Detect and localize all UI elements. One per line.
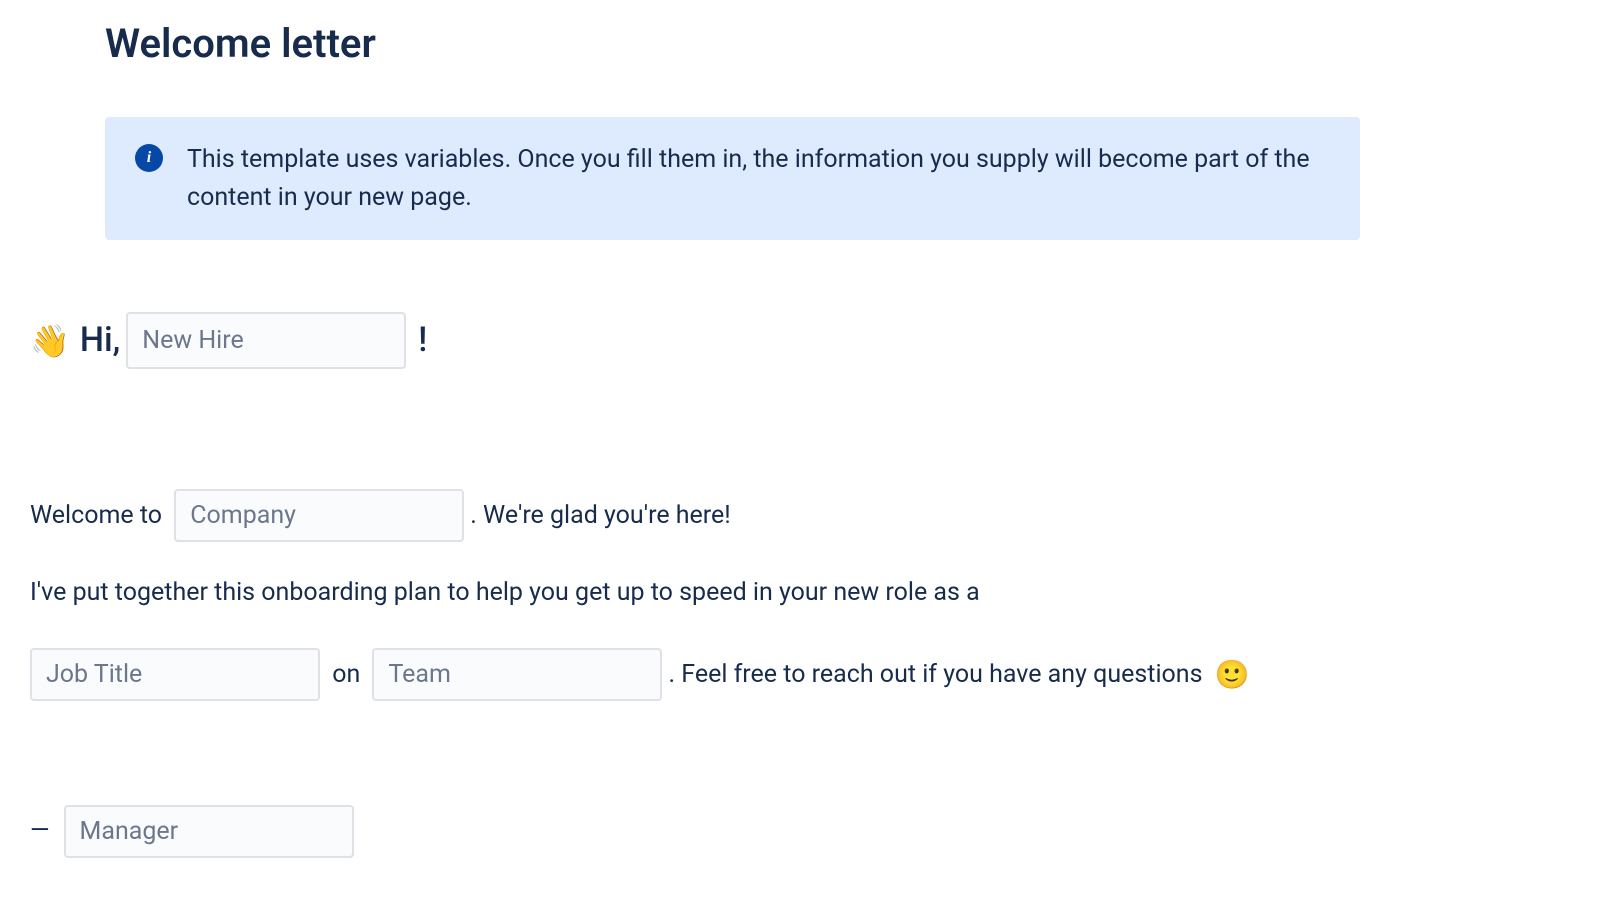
smile-emoji-icon: 🙂: [1215, 637, 1250, 713]
team-input[interactable]: [372, 648, 662, 701]
page-title: Welcome letter: [105, 20, 1580, 67]
on-text: on: [326, 641, 366, 709]
job-title-input[interactable]: [30, 648, 320, 701]
greeting-hi-text: Hi,: [80, 295, 120, 387]
reach-out-text: . Feel free to reach out if you have any…: [668, 641, 1208, 709]
greeting-exclamation: !: [418, 295, 427, 387]
info-panel: i This template uses variables. Once you…: [105, 117, 1360, 240]
welcome-line: Welcome to . We're glad you're here!: [30, 482, 1580, 550]
info-icon: i: [135, 144, 163, 172]
wave-emoji-icon: 👋: [30, 298, 70, 384]
onboarding-intro-text: I've put together this onboarding plan t…: [30, 559, 980, 627]
signature-line: —: [30, 797, 1580, 865]
welcome-prefix-text: Welcome to: [30, 482, 168, 550]
document-content: 👋 Hi, ! Welcome to . We're glad you're h…: [30, 295, 1580, 865]
onboarding-line-2: on . Feel free to reach out if you have …: [30, 637, 1580, 713]
company-input[interactable]: [174, 489, 464, 542]
new-hire-input[interactable]: [126, 312, 406, 369]
info-panel-text: This template uses variables. Once you f…: [187, 141, 1330, 216]
welcome-suffix-text: . We're glad you're here!: [470, 482, 731, 550]
onboarding-line-1: I've put together this onboarding plan t…: [30, 559, 1580, 627]
signature-dash: —: [30, 797, 48, 865]
manager-input[interactable]: [64, 805, 354, 858]
greeting-line: 👋 Hi, !: [30, 295, 1580, 387]
info-icon-glyph: i: [147, 149, 151, 167]
